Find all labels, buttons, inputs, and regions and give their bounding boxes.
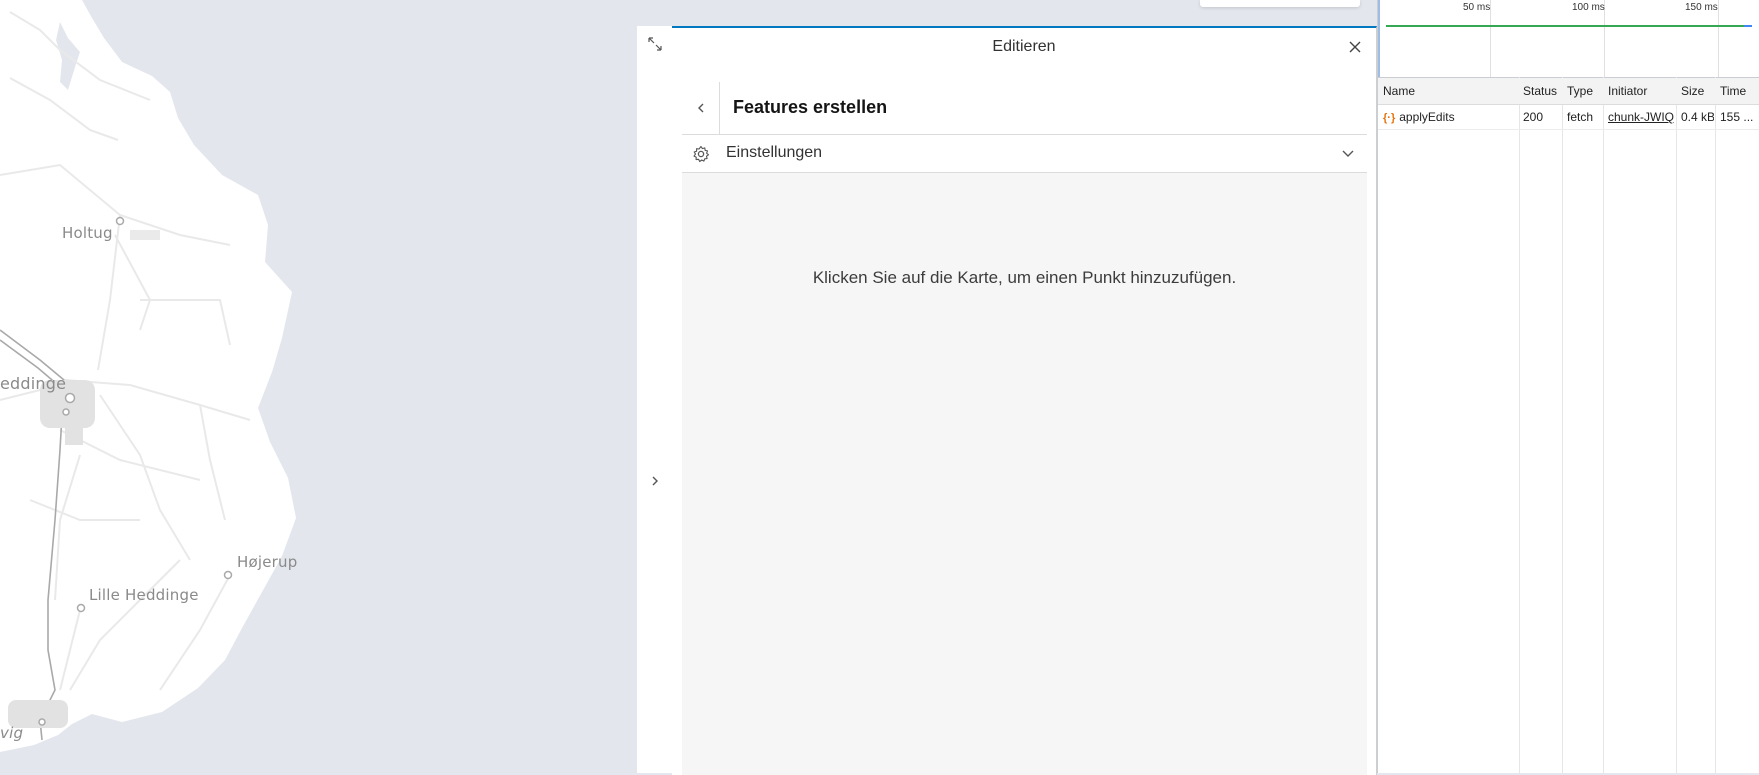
back-button[interactable] <box>682 82 720 134</box>
chevron-right-icon <box>652 476 658 485</box>
request-size: 0.4 kB <box>1681 110 1714 124</box>
table-row[interactable]: {·} applyEdits 200 fetch chunk-JWIQI 0.4 … <box>1378 105 1759 130</box>
timeline-bar <box>1386 25 1744 27</box>
settings-accordion[interactable]: Einstellungen <box>682 135 1367 173</box>
flow-header: Features erstellen <box>682 82 1367 135</box>
column-header-name[interactable]: Name <box>1383 84 1513 98</box>
collapse-panel-button[interactable] <box>637 463 672 498</box>
map-widget-top[interactable] <box>1200 0 1360 7</box>
place-label-holtug: Holtug <box>62 224 113 242</box>
column-header-time[interactable]: Time <box>1720 84 1758 98</box>
settings-label: Einstellungen <box>726 144 823 161</box>
column-header-type[interactable]: Type <box>1567 84 1601 98</box>
flow-title: Features erstellen <box>733 97 888 117</box>
fetch-request-icon: {·} <box>1383 112 1396 124</box>
timeline-tick: 50 ms <box>1463 2 1491 13</box>
chevron-down-icon <box>1342 150 1354 157</box>
devtools-network-panel: 50 ms 100 ms 150 ms Name Status Type Ini… <box>1377 0 1759 773</box>
request-initiator-link[interactable]: chunk-JWIQI <box>1608 110 1674 124</box>
editor-panel: Editieren Features erstellen Einstellung… <box>672 26 1377 775</box>
column-header-initiator[interactable]: Initiator <box>1608 84 1674 98</box>
place-label-vig: vig <box>0 724 24 742</box>
close-icon <box>1349 41 1361 53</box>
panel-title: Editieren <box>992 38 1056 55</box>
timeline-tick: 100 ms <box>1572 2 1605 13</box>
request-name-cell: {·} applyEdits <box>1383 110 1517 124</box>
request-name: applyEdits <box>1399 110 1455 124</box>
expand-panel-button[interactable] <box>637 26 672 61</box>
expand-icon <box>647 36 662 51</box>
hint-text: Klicken Sie auf die Karte, um einen Punk… <box>812 268 1237 287</box>
place-label-lille-heddinge: Lille Heddinge <box>89 586 199 604</box>
panel-rail <box>637 26 673 773</box>
network-timeline[interactable]: 50 ms 100 ms 150 ms <box>1378 0 1759 78</box>
timeline-cursor <box>1378 0 1380 77</box>
column-header-status[interactable]: Status <box>1523 84 1561 98</box>
close-button[interactable] <box>1342 34 1368 60</box>
network-table-header: Name Status Type Initiator Size Time <box>1378 78 1759 105</box>
timeline-bar-blue <box>1744 25 1752 27</box>
request-time: 155 ... <box>1720 110 1754 124</box>
chevron-left-icon <box>697 103 703 113</box>
timeline-tick: 150 ms <box>1685 2 1718 13</box>
place-label-heddinge: eddinge <box>0 374 67 393</box>
create-features-content: Klicken Sie auf die Karte, um einen Punk… <box>682 173 1367 775</box>
column-header-size[interactable]: Size <box>1681 84 1713 98</box>
place-label-hojerup: Højerup <box>237 553 298 571</box>
gear-icon <box>693 145 710 163</box>
request-status: 200 <box>1523 110 1544 124</box>
request-type: fetch <box>1567 110 1594 124</box>
